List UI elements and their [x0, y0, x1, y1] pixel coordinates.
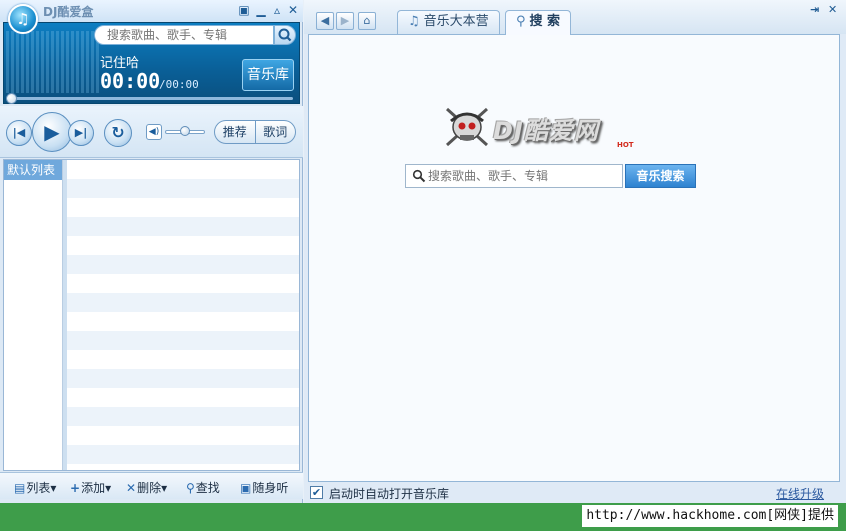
- time-current: 00:00: [100, 69, 161, 93]
- panel-close-icon[interactable]: ✕: [828, 3, 837, 16]
- browser-panel: ◀ ▶ ⌂ ♫ 音乐大本营 ⚲ 搜 索 ⇥ ✕ DJ酷爱网 HOT 搜索歌曲、歌…: [304, 0, 846, 503]
- playlist-item-default[interactable]: 默认列表: [4, 160, 62, 180]
- add-menu-label: 添加: [81, 481, 106, 495]
- caret-down-icon: ▾: [105, 481, 112, 495]
- search-page: DJ酷爱网 HOT 音乐搜索: [308, 34, 840, 482]
- search-icon: ⚲: [516, 14, 526, 29]
- delete-menu-label: 删除: [137, 481, 162, 495]
- player-panel: DJ酷爱盒 ▣ ▁ ▵ ✕ ♫ 记住哈 00:00 /00:00 音乐库 |◀ …: [0, 0, 303, 503]
- plus-icon: +: [70, 481, 81, 495]
- player-titlebar[interactable]: DJ酷爱盒 ▣ ▁ ▵ ✕: [0, 0, 303, 22]
- caret-down-icon: ▾: [161, 481, 168, 495]
- time-total: /00:00: [159, 78, 199, 91]
- online-upgrade-link[interactable]: 在线升级: [776, 485, 824, 502]
- find-button[interactable]: ⚲查找: [186, 479, 220, 496]
- pin-icon[interactable]: ⇥: [810, 3, 819, 16]
- music-search-button[interactable]: 音乐搜索: [625, 164, 696, 188]
- music-search-input[interactable]: [405, 164, 623, 188]
- playback-controls: |◀ ▶ ▶| ↻ ◀) 推荐 歌词: [0, 106, 303, 158]
- brand-text: DJ酷爱网: [493, 117, 599, 145]
- watermark: http://www.hackhome.com[网侠]提供: [582, 505, 838, 527]
- app-logo-icon: ♫: [8, 4, 38, 34]
- browser-footer: ✔ 启动时自动打开音乐库 在线升级: [308, 482, 840, 503]
- app-title: DJ酷爱盒: [43, 5, 94, 19]
- playlist-categories: 默认列表: [4, 160, 63, 470]
- search-icon: [278, 28, 292, 42]
- lyrics-button[interactable]: 歌词: [254, 121, 296, 143]
- restore-icon[interactable]: ▵: [270, 3, 284, 17]
- library-search-button[interactable]: [274, 25, 296, 45]
- music-library-button[interactable]: 音乐库: [242, 59, 294, 91]
- back-button[interactable]: ◀: [316, 12, 334, 30]
- list-menu-label: 列表: [26, 481, 51, 495]
- browser-nav-bar: ◀ ▶ ⌂ ♫ 音乐大本营 ⚲ 搜 索 ⇥ ✕: [304, 0, 846, 35]
- playlist-area: 默认列表: [3, 159, 300, 471]
- tab-music-camp[interactable]: ♫ 音乐大本营: [397, 10, 500, 34]
- library-search-input[interactable]: [94, 25, 274, 45]
- minimize-icon[interactable]: ▁: [254, 3, 268, 17]
- home-icon: ⌂: [363, 14, 371, 27]
- autostart-checkbox[interactable]: ✔: [310, 486, 323, 499]
- playlist-toolbar: ▤列表▾ +添加▾ ✕删除▾ ⚲查找 ▣随身听: [0, 472, 303, 499]
- skin-icon[interactable]: ▣: [237, 3, 251, 17]
- progress-bar[interactable]: [8, 97, 293, 100]
- random-play-button[interactable]: ▣随身听: [240, 479, 288, 496]
- progress-knob[interactable]: [6, 93, 17, 104]
- volume-icon[interactable]: ◀): [146, 124, 162, 140]
- previous-track-button[interactable]: |◀: [6, 120, 32, 146]
- hot-badge: HOT: [617, 141, 634, 149]
- caret-down-icon: ▾: [50, 481, 57, 495]
- recommend-button[interactable]: 推荐: [215, 121, 255, 143]
- play-button[interactable]: ▶: [32, 112, 72, 152]
- arrow-left-icon: ◀: [320, 14, 330, 27]
- forward-button[interactable]: ▶: [336, 12, 354, 30]
- volume-knob[interactable]: [180, 126, 190, 136]
- find-label: 查找: [195, 481, 220, 495]
- close-icon[interactable]: ✕: [286, 3, 300, 17]
- music-note-icon: ♫: [408, 14, 420, 29]
- list-icon: ▤: [14, 481, 26, 495]
- random-play-label: 随身听: [252, 481, 289, 495]
- repeat-mode-button[interactable]: ↻: [104, 119, 132, 147]
- view-toggle-group: 推荐 歌词: [214, 120, 296, 144]
- autostart-label[interactable]: 启动时自动打开音乐库: [329, 485, 449, 502]
- list-menu-button[interactable]: ▤列表▾: [14, 479, 56, 496]
- next-track-button[interactable]: ▶|: [68, 120, 94, 146]
- arrow-right-icon: ▶: [340, 14, 350, 27]
- spectrum-visualizer: [6, 31, 101, 93]
- delete-icon: ✕: [126, 481, 137, 495]
- track-list[interactable]: [67, 160, 299, 470]
- player-display: 记住哈 00:00 /00:00 音乐库: [3, 22, 300, 104]
- skull-logo-icon: [445, 107, 489, 147]
- magnifier-icon: ⚲: [186, 481, 195, 495]
- search-icon: [412, 169, 426, 183]
- brand-logo: DJ酷爱网 HOT: [443, 105, 634, 151]
- delete-menu-button[interactable]: ✕删除▾: [126, 479, 167, 496]
- portable-player-icon: ▣: [240, 481, 252, 495]
- tab-music-camp-label: 音乐大本营: [423, 14, 489, 29]
- tab-search[interactable]: ⚲ 搜 索: [505, 10, 572, 35]
- tab-search-label: 搜 索: [529, 14, 561, 29]
- add-menu-button[interactable]: +添加▾: [70, 479, 111, 496]
- home-button[interactable]: ⌂: [358, 12, 376, 30]
